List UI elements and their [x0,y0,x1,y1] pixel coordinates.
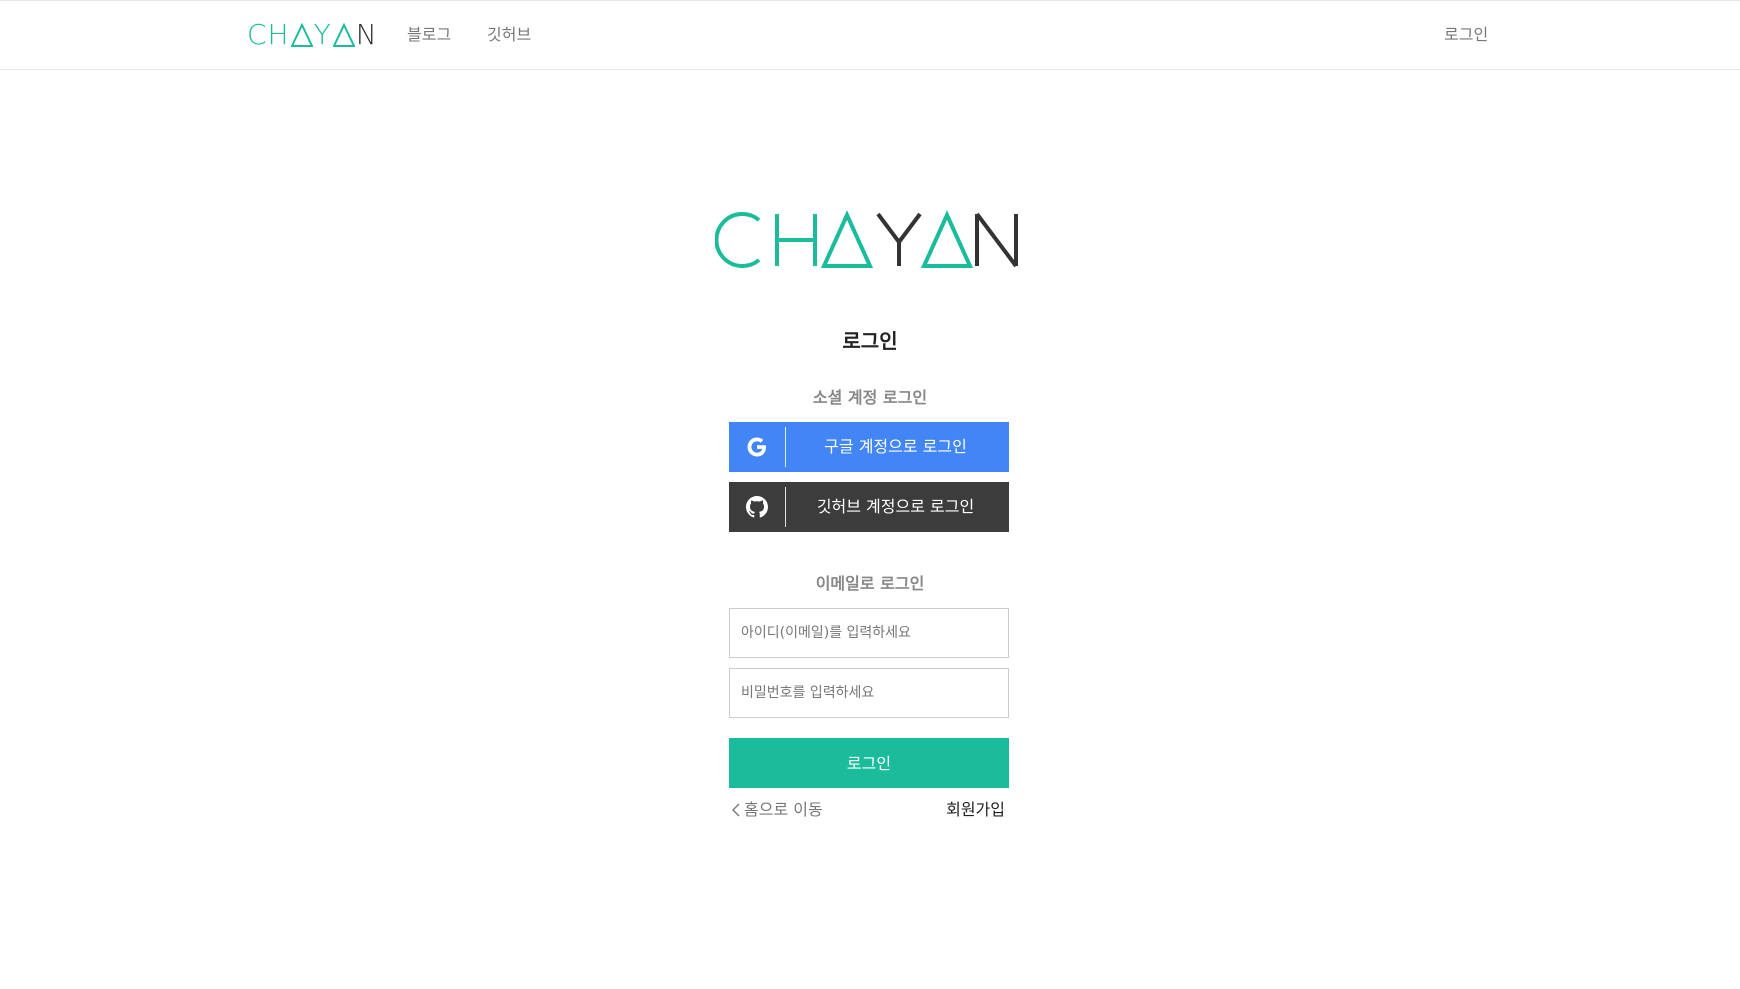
social-login-label: 소셜 계정 로그인 [812,388,928,407]
signup-link[interactable]: 회원가입 [946,798,1005,822]
top-navbar: CH Y N 블로그 깃허브 로그인 [0,0,1740,70]
logo-triangle-icon [290,23,313,47]
login-submit-button[interactable]: 로그인 [729,738,1009,788]
logo-text-n: N [355,18,378,51]
github-login-label: 깃허브 계정으로 로그인 [816,497,975,516]
page-title: 로그인 [842,329,898,353]
nav-login-link[interactable]: 로그인 [1444,23,1488,47]
nav-item-blog[interactable]: 블로그 [407,23,451,47]
password-input[interactable] [729,668,1009,718]
nav-item-github[interactable]: 깃허브 [487,23,531,47]
email-id-input[interactable] [729,608,1009,658]
google-login-button[interactable]: 구글 계정으로 로그인 [729,422,1009,472]
email-login-label: 이메일로 로그인 [815,574,925,593]
go-home-label: 홈으로 이동 [744,800,823,819]
google-icon [729,422,785,472]
logo-triangle-icon [332,23,355,47]
main-logo-graphic [715,210,1018,268]
chevron-left-icon [732,803,740,817]
github-login-button[interactable]: 깃허브 계정으로 로그인 [729,482,1009,532]
main-logo [715,208,1021,272]
google-login-label: 구글 계정으로 로그인 [824,437,967,456]
logo-text-y: Y [313,18,332,51]
logo-text-ch: CH [247,18,290,51]
site-logo[interactable]: CH Y N [247,17,378,53]
go-home-link[interactable]: 홈으로 이동 [732,798,823,822]
github-icon [729,482,785,532]
